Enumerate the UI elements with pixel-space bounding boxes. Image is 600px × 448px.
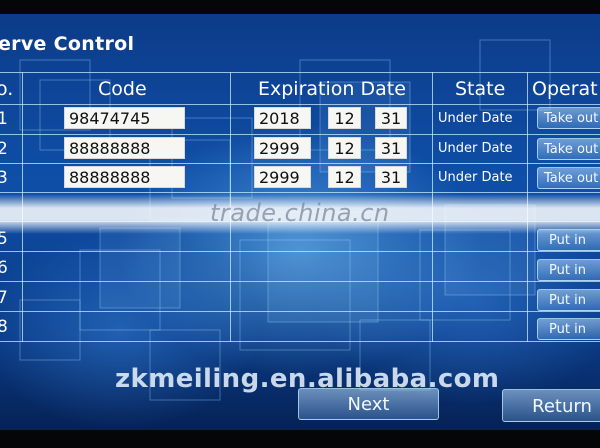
row-number: 8 [0, 317, 8, 337]
code-field[interactable]: 88888888 [64, 137, 185, 159]
month-field[interactable]: 12 [328, 166, 361, 188]
take-out-button[interactable]: Take out [537, 107, 600, 129]
grid-line [0, 341, 600, 342]
year-field[interactable]: 2018 [254, 107, 311, 129]
return-button[interactable]: Return [502, 389, 600, 422]
watermark-text: trade.china.cn [210, 199, 390, 227]
grid-line [0, 311, 600, 312]
column-header-expiration-date: Expiration Date [258, 78, 406, 100]
row-number: 3 [0, 168, 8, 188]
put-in-button[interactable]: Put in [537, 259, 600, 281]
code-field[interactable]: 98474745 [64, 107, 185, 129]
day-field[interactable]: 31 [375, 166, 407, 188]
state-label: Under Date [438, 170, 513, 185]
month-field[interactable]: 12 [328, 137, 361, 159]
column-header-state: State [455, 78, 506, 100]
row-number: 2 [0, 139, 8, 159]
put-in-button[interactable]: Put in [537, 318, 600, 340]
day-field[interactable]: 31 [375, 107, 407, 129]
row-number: 5 [0, 229, 8, 249]
state-label: Under Date [438, 141, 513, 156]
state-label: Under Date [438, 111, 513, 126]
grid-line [0, 134, 600, 135]
row-number: 6 [0, 258, 8, 278]
row-number: 1 [0, 109, 8, 129]
grid-line [0, 163, 600, 164]
take-out-button[interactable]: Take out [537, 167, 600, 189]
grid-line [0, 104, 600, 105]
grid-line [0, 72, 600, 73]
column-header-code: Code [98, 78, 147, 100]
put-in-button[interactable]: Put in [537, 229, 600, 251]
year-field[interactable]: 2999 [254, 137, 311, 159]
grid-line [0, 251, 600, 252]
month-field[interactable]: 12 [328, 107, 361, 129]
code-field[interactable]: 88888888 [64, 166, 185, 188]
next-button[interactable]: Next [298, 388, 439, 420]
grid-line [0, 192, 600, 193]
day-field[interactable]: 31 [375, 137, 407, 159]
column-header-operation: Operat [532, 78, 598, 100]
grid-line [0, 281, 600, 282]
touch-screen: erve Control o. Code Expiration Date Sta… [0, 0, 600, 448]
page-title: erve Control [0, 33, 135, 55]
column-header-no: o. [0, 78, 14, 100]
screen-bezel [0, 0, 600, 14]
row-number: 7 [0, 288, 8, 308]
screen-bezel [0, 430, 600, 448]
put-in-button[interactable]: Put in [537, 289, 600, 311]
take-out-button[interactable]: Take out [537, 138, 600, 160]
year-field[interactable]: 2999 [254, 166, 311, 188]
